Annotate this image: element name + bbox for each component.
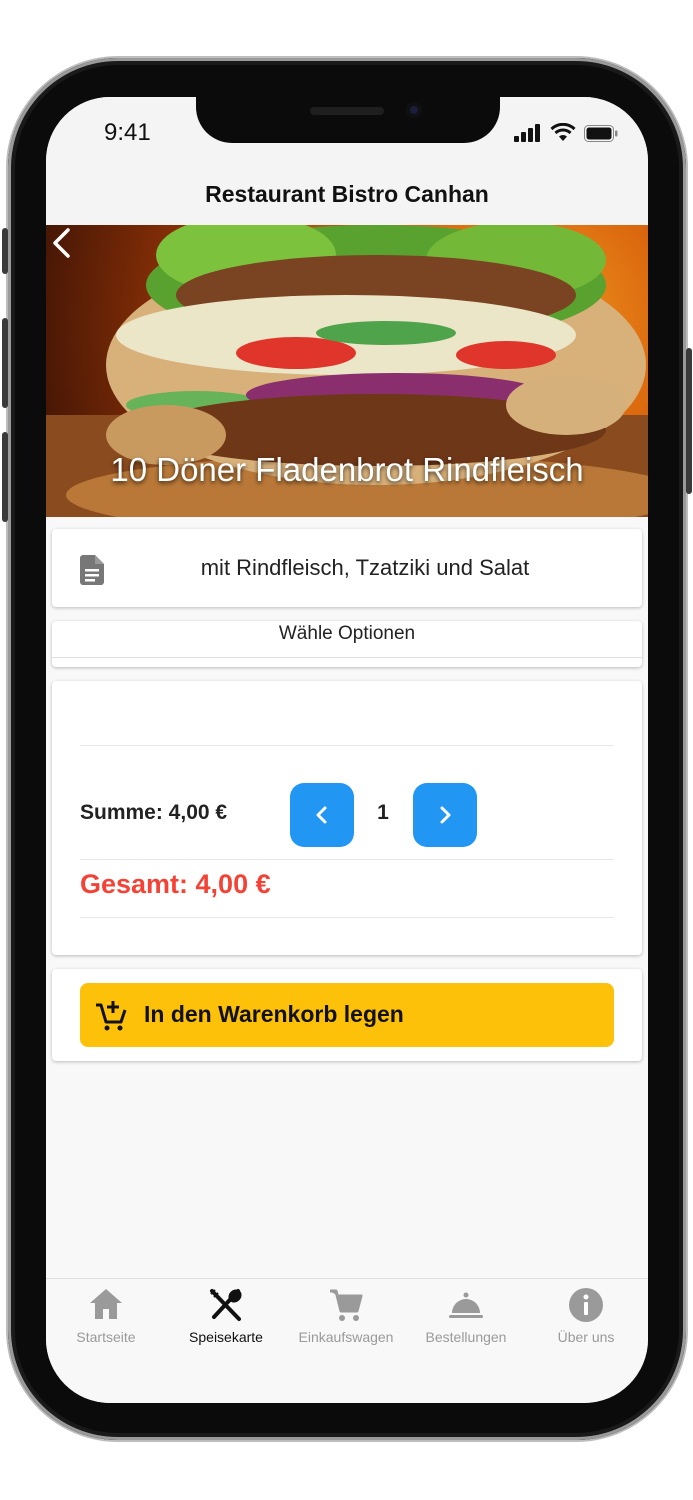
battery-icon xyxy=(584,125,618,142)
info-icon xyxy=(569,1288,603,1322)
quantity-card: Summe: 4,00 € 1 Gesamt: 4,00 € xyxy=(52,681,642,955)
chevron-right-icon xyxy=(440,806,451,824)
options-title: Wähle Optionen xyxy=(278,623,416,644)
options-card[interactable]: Wähle Optionen xyxy=(52,621,642,667)
home-icon xyxy=(90,1289,122,1319)
tab-label: Bestellungen xyxy=(425,1329,507,1345)
divider xyxy=(80,745,614,746)
decrease-quantity-button[interactable] xyxy=(290,783,354,847)
phone-screen: 9:41 Restaurant Bistro Canhan 10 Döner F… xyxy=(46,97,648,1403)
quantity-value: 1 xyxy=(377,801,389,824)
add-to-cart-button[interactable]: In den Warenkorb legen xyxy=(80,983,614,1047)
chevron-left-icon xyxy=(316,806,327,824)
speaker xyxy=(310,107,384,115)
bottom-tab-bar: Startseite Speisekarte Einkaufswagen Bes… xyxy=(46,1278,648,1403)
options-divider xyxy=(52,657,642,658)
signal-icon xyxy=(514,124,540,142)
divider xyxy=(80,859,614,860)
volume-up-button xyxy=(2,318,8,408)
status-time: 9:41 xyxy=(104,119,151,146)
front-camera xyxy=(406,102,422,118)
divider xyxy=(80,917,614,918)
product-hero-image: 10 Döner Fladenbrot Rindfleisch xyxy=(46,225,648,517)
power-button xyxy=(686,348,692,494)
tab-label: Einkaufswagen xyxy=(298,1329,394,1345)
increase-quantity-button[interactable] xyxy=(413,783,477,847)
wifi-icon xyxy=(550,123,576,141)
product-title: 10 Döner Fladenbrot Rindfleisch xyxy=(110,451,584,488)
cart-icon xyxy=(330,1289,363,1321)
gesamt-label: Gesamt: 4,00 € xyxy=(80,869,271,899)
add-to-cart-label: In den Warenkorb legen xyxy=(144,1001,404,1027)
app-title: Restaurant Bistro Canhan xyxy=(205,181,489,207)
back-icon[interactable] xyxy=(46,225,76,261)
tab-label: Über uns xyxy=(557,1329,615,1345)
mute-switch xyxy=(2,228,8,274)
product-description: mit Rindfleisch, Tzatziki und Salat xyxy=(200,555,530,580)
summe-label: Summe: 4,00 € xyxy=(80,801,228,824)
status-icons xyxy=(514,123,618,142)
fork-spoon-icon xyxy=(210,1289,242,1321)
tab-label: Speisekarte xyxy=(189,1329,263,1345)
tab-label: Startseite xyxy=(76,1329,136,1345)
add-to-cart-card: In den Warenkorb legen xyxy=(52,969,642,1061)
app-bar: Restaurant Bistro Canhan xyxy=(46,171,648,225)
volume-down-button xyxy=(2,432,8,522)
cloche-icon xyxy=(449,1292,483,1318)
notch xyxy=(196,97,500,143)
add-shopping-cart-icon xyxy=(96,1001,127,1031)
description-card: mit Rindfleisch, Tzatziki und Salat xyxy=(52,529,642,607)
